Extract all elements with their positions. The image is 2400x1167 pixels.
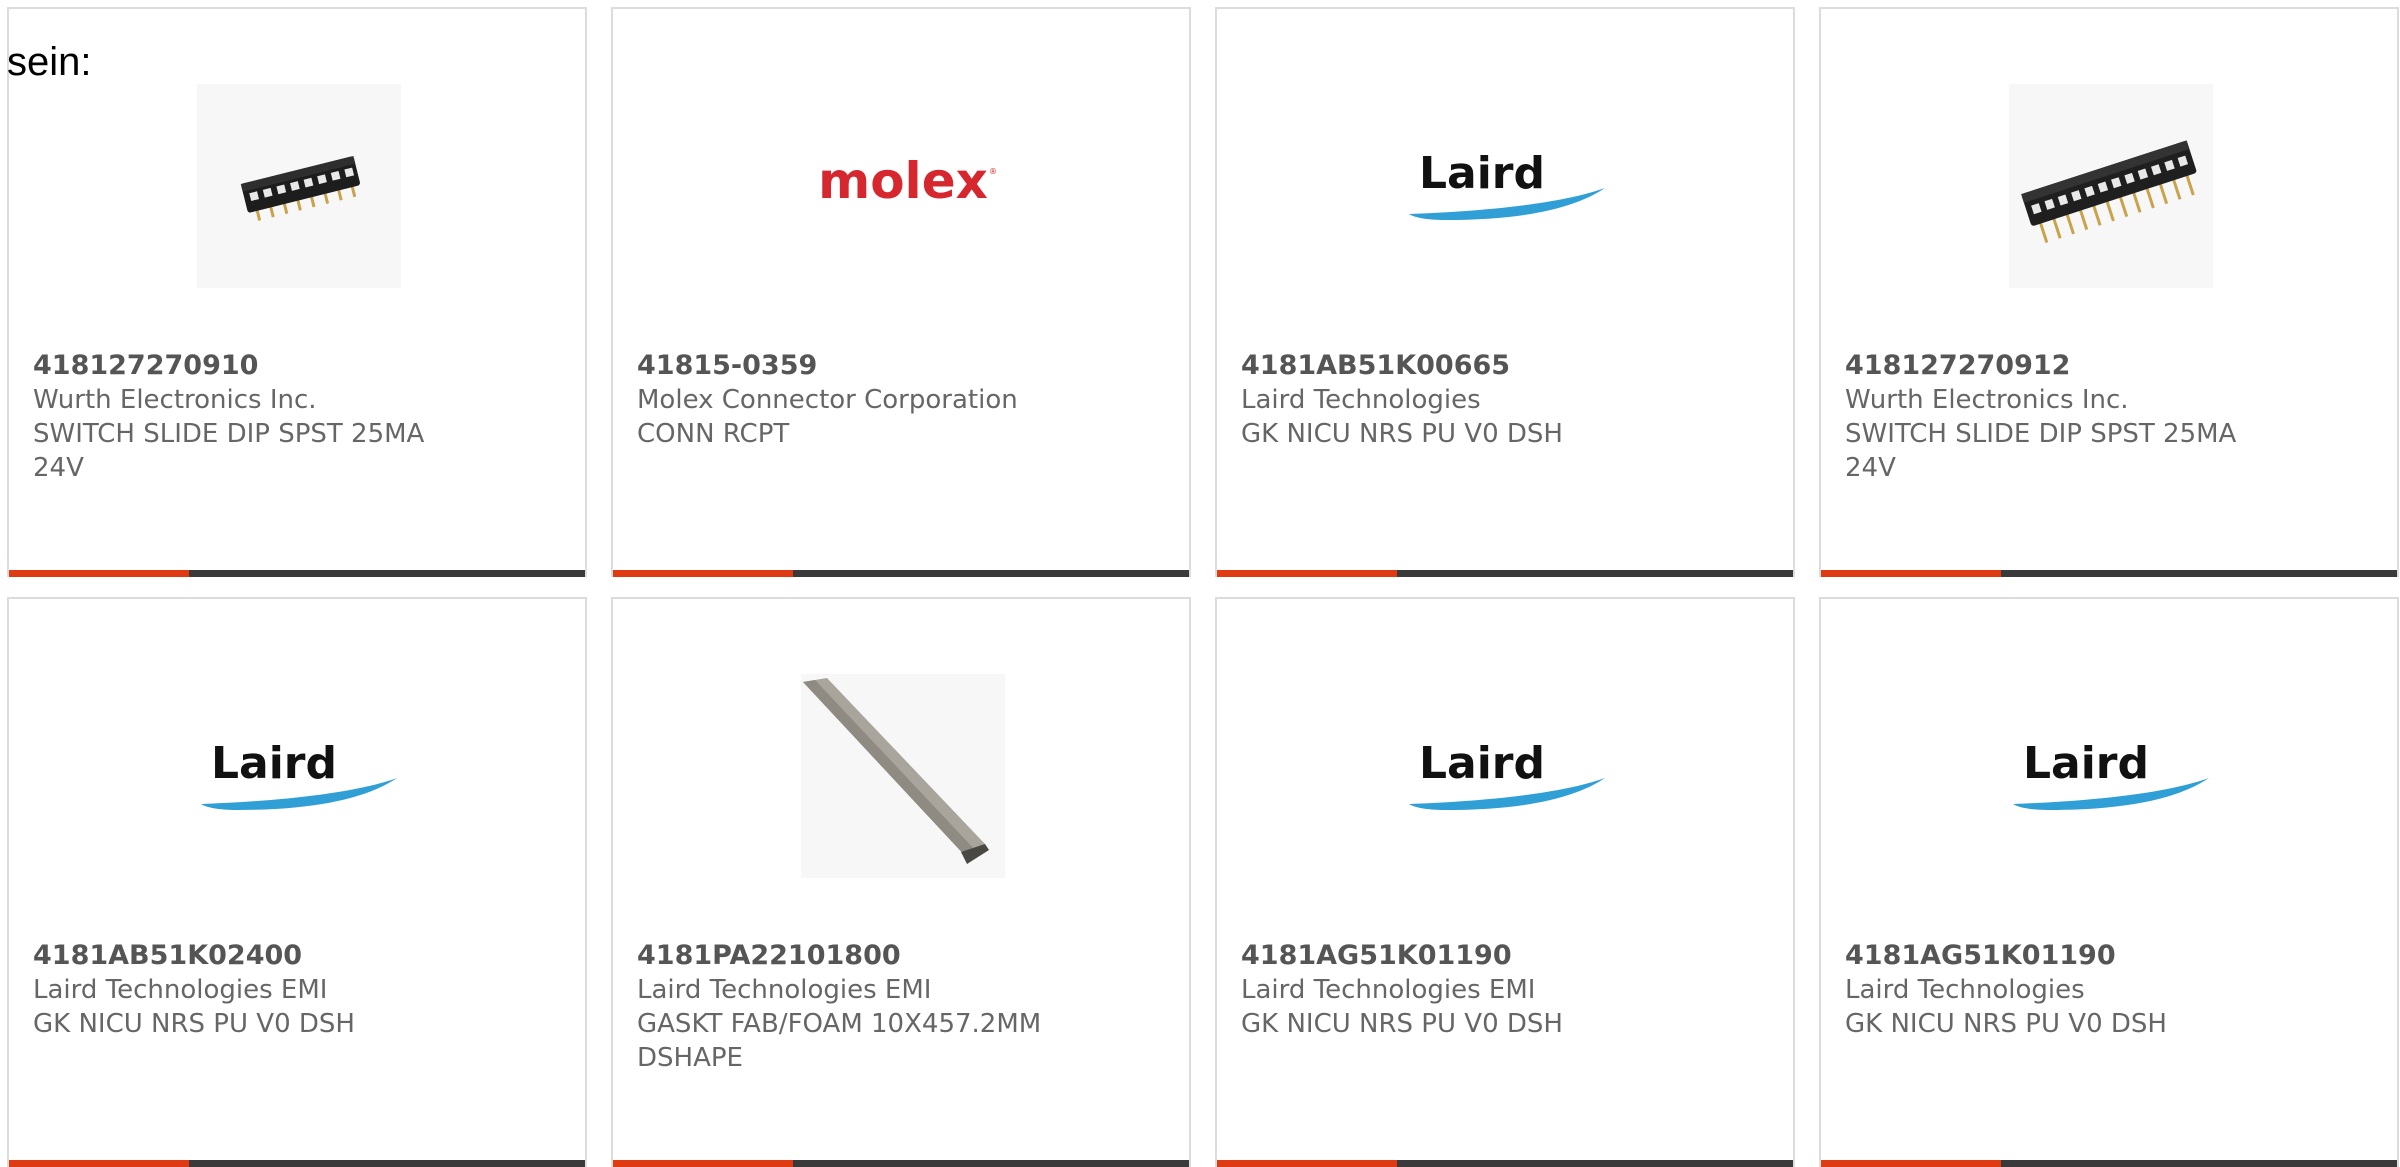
description: GK NICU NRS PU V0 DSH bbox=[33, 1009, 355, 1039]
product-card[interactable]: Laird 4181AG51K01190 Laird Technologies … bbox=[1819, 597, 2399, 1167]
product-card[interactable]: molex ® 41815-0359 Molex Connector Corpo… bbox=[611, 7, 1191, 577]
description: GK NICU NRS PU V0 DSH bbox=[1241, 1009, 1563, 1039]
product-image[interactable]: Laird bbox=[1405, 84, 1609, 288]
product-image[interactable]: Laird bbox=[1405, 674, 1609, 878]
part-number[interactable]: 41815-0359 bbox=[637, 349, 1165, 383]
part-number[interactable]: 4181AB51K02400 bbox=[33, 939, 561, 973]
manufacturer: Molex Connector Corporation bbox=[637, 385, 1018, 415]
dip-switch-8pos-icon bbox=[240, 155, 360, 221]
laird-logo-text: Laird bbox=[1419, 738, 1545, 789]
svg-text:®: ® bbox=[989, 167, 997, 176]
card-bar-accent bbox=[1821, 1160, 2001, 1167]
product-image[interactable]: Laird bbox=[197, 674, 401, 878]
dip-switch-12pos-icon bbox=[2021, 140, 2197, 244]
product-info: 41815-0359 Molex Connector Corporation C… bbox=[637, 349, 1165, 451]
part-number[interactable]: 4181AG51K01190 bbox=[1845, 939, 2373, 973]
description: CONN RCPT bbox=[637, 419, 790, 449]
card-bar-accent bbox=[1821, 570, 2001, 577]
card-bar-accent bbox=[1217, 1160, 1397, 1167]
manufacturer: Wurth Electronics Inc. bbox=[33, 385, 317, 415]
card-bar-accent bbox=[613, 570, 793, 577]
card-bar-accent bbox=[9, 1160, 189, 1167]
laird-logo-text: Laird bbox=[2023, 738, 2149, 789]
manufacturer: Laird Technologies EMI bbox=[33, 975, 328, 1005]
laird-logo: Laird bbox=[1409, 738, 1605, 810]
product-card[interactable]: Laird 4181AG51K01190 Laird Technologies … bbox=[1215, 597, 1795, 1167]
product-info: 418127270910 Wurth Electronics Inc. SWIT… bbox=[33, 349, 561, 485]
part-number[interactable]: 418127270910 bbox=[33, 349, 561, 383]
product-info: 4181AG51K01190 Laird Technologies GK NIC… bbox=[1845, 939, 2373, 1041]
manufacturer: Laird Technologies EMI bbox=[637, 975, 932, 1005]
part-number[interactable]: 4181PA22101800 bbox=[637, 939, 1165, 973]
description: GK NICU NRS PU V0 DSH bbox=[1241, 419, 1563, 449]
manufacturer: Laird Technologies bbox=[1241, 385, 1481, 415]
molex-logo: molex ® bbox=[818, 152, 997, 210]
laird-logo: Laird bbox=[1409, 148, 1605, 220]
product-info: 4181PA22101800 Laird Technologies EMI GA… bbox=[637, 939, 1165, 1075]
laird-logo: Laird bbox=[2013, 738, 2209, 810]
product-card[interactable]: Laird 4181AB51K00665 Laird Technologies … bbox=[1215, 7, 1795, 577]
intro-text: sein: bbox=[7, 40, 92, 84]
description: SWITCH SLIDE DIP SPST 25MA 24V bbox=[1845, 419, 2237, 483]
product-image[interactable] bbox=[2009, 84, 2213, 288]
manufacturer: Laird Technologies bbox=[1845, 975, 2085, 1005]
product-info: 418127270912 Wurth Electronics Inc. SWIT… bbox=[1845, 349, 2373, 485]
product-card[interactable]: 418127270912 Wurth Electronics Inc. SWIT… bbox=[1819, 7, 2399, 577]
laird-logo-text: Laird bbox=[211, 738, 337, 789]
manufacturer: Wurth Electronics Inc. bbox=[1845, 385, 2129, 415]
foam-gasket-icon bbox=[803, 678, 989, 864]
product-card[interactable]: 418127270910 Wurth Electronics Inc. SWIT… bbox=[7, 7, 587, 577]
card-bar-accent bbox=[613, 1160, 793, 1167]
description: GK NICU NRS PU V0 DSH bbox=[1845, 1009, 2167, 1039]
product-image[interactable]: Laird bbox=[2009, 674, 2213, 878]
product-card[interactable]: 4181PA22101800 Laird Technologies EMI GA… bbox=[611, 597, 1191, 1167]
product-card[interactable]: Laird 4181AB51K02400 Laird Technologies … bbox=[7, 597, 587, 1167]
description: SWITCH SLIDE DIP SPST 25MA 24V bbox=[33, 419, 425, 483]
product-image[interactable]: molex ® bbox=[801, 84, 1005, 288]
product-info: 4181AB51K00665 Laird Technologies GK NIC… bbox=[1241, 349, 1769, 451]
part-number[interactable]: 418127270912 bbox=[1845, 349, 2373, 383]
product-info: 4181AG51K01190 Laird Technologies EMI GK… bbox=[1241, 939, 1769, 1041]
part-number[interactable]: 4181AB51K00665 bbox=[1241, 349, 1769, 383]
product-info: 4181AB51K02400 Laird Technologies EMI GK… bbox=[33, 939, 561, 1041]
manufacturer: Laird Technologies EMI bbox=[1241, 975, 1536, 1005]
product-image[interactable] bbox=[801, 674, 1005, 878]
card-bar-accent bbox=[1217, 570, 1397, 577]
laird-logo: Laird bbox=[201, 738, 397, 810]
description: GASKT FAB/FOAM 10X457.2MM DSHAPE bbox=[637, 1009, 1042, 1073]
molex-logo-text: molex bbox=[818, 152, 988, 210]
product-image[interactable] bbox=[197, 84, 401, 288]
product-grid: 418127270910 Wurth Electronics Inc. SWIT… bbox=[7, 7, 2399, 1167]
card-bar-accent bbox=[9, 570, 189, 577]
laird-logo-text: Laird bbox=[1419, 148, 1545, 199]
part-number[interactable]: 4181AG51K01190 bbox=[1241, 939, 1769, 973]
